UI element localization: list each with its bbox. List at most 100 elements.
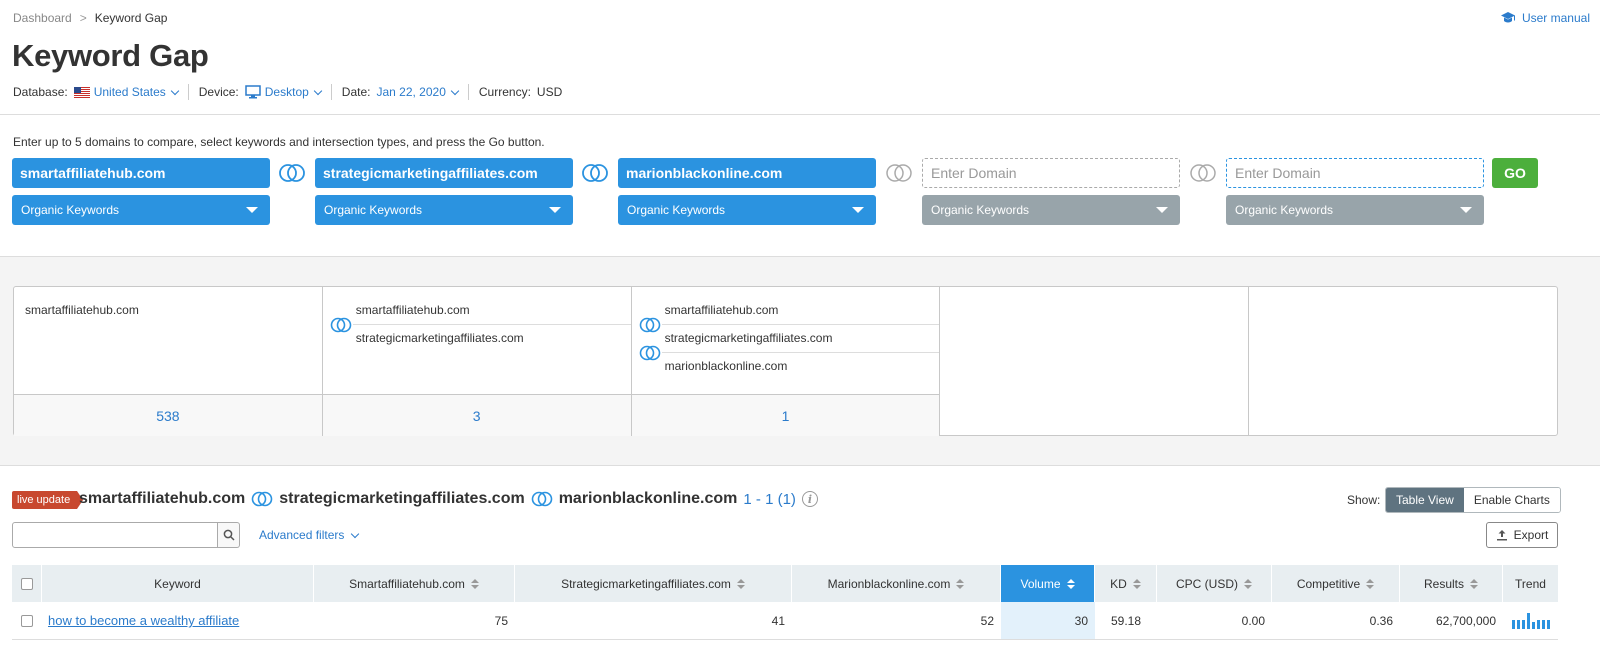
sort-icon <box>470 578 479 589</box>
col-header-kd[interactable]: KD <box>1095 565 1157 602</box>
col-header-keyword[interactable]: Keyword <box>42 565 314 602</box>
sort-icon <box>1244 578 1252 589</box>
intersection-icon <box>330 317 352 333</box>
col-header-label: KD <box>1110 576 1127 591</box>
summary-count[interactable]: 1 <box>631 394 940 436</box>
page-title: Keyword Gap <box>12 38 209 73</box>
competitive-cell: 0.36 <box>1369 613 1393 628</box>
summary-column-2[interactable]: smartaffiliatehub.com strategicmarketing… <box>322 287 632 436</box>
intersection-toggle-icon[interactable] <box>580 163 610 183</box>
select-all-checkbox[interactable] <box>20 577 33 590</box>
keyword-type-select-2[interactable]: Organic Keywords <box>315 195 573 225</box>
export-button[interactable]: Export <box>1486 522 1558 548</box>
export-label: Export <box>1513 528 1549 542</box>
col-header-volume[interactable]: Volume <box>1001 565 1095 602</box>
row-checkbox[interactable] <box>21 614 33 627</box>
summary-count[interactable]: 538 <box>14 394 322 436</box>
intersection-summary: smartaffiliatehub.com 538 smartaffiliate… <box>13 286 1558 436</box>
enable-charts-button[interactable]: Enable Charts <box>1463 488 1560 512</box>
results-domain-2: strategicmarketingaffiliates.com <box>279 490 525 507</box>
domain-input-5[interactable]: Enter Domain <box>1226 158 1484 188</box>
graduation-cap-icon <box>1500 12 1515 23</box>
trend-sparkline <box>1511 612 1550 629</box>
caret-down-icon <box>549 207 561 213</box>
intersection-toggle-icon[interactable] <box>277 163 307 183</box>
domain-3-position: 52 <box>980 613 994 628</box>
col-header-domain-1[interactable]: Smartaffiliatehub.com <box>314 565 515 602</box>
device-dropdown[interactable]: Desktop <box>245 85 323 99</box>
info-icon[interactable]: i <box>801 491 818 507</box>
kd-cell: 59.18 <box>1110 613 1142 628</box>
summary-count[interactable]: 3 <box>322 394 631 436</box>
user-manual-link[interactable]: User manual <box>1500 11 1590 25</box>
table-view-button[interactable]: Table View <box>1386 488 1464 512</box>
database-label: Database: <box>13 85 68 99</box>
results-domain-3: marionblackonline.com <box>558 490 738 507</box>
sort-icon <box>1366 578 1375 589</box>
keyword-type-select-4[interactable]: Organic Keywords <box>922 195 1180 225</box>
device-label: Device: <box>198 85 239 99</box>
col-header-competitive[interactable]: Competitive <box>1272 565 1400 602</box>
search-input[interactable] <box>12 522 218 548</box>
keyword-type-value: Organic Keywords <box>324 203 423 217</box>
keyword-cell: how to become a wealthy affiliate <box>42 602 314 639</box>
results-title: smartaffiliatehub.com strategicmarketing… <box>79 490 818 508</box>
domain-input-2[interactable]: strategicmarketingaffiliates.com <box>315 158 573 188</box>
trend-bar <box>1531 621 1535 629</box>
search-box <box>12 522 240 548</box>
col-header-domain-2[interactable]: Strategicmarketingaffiliates.com <box>515 565 792 602</box>
col-header-label: Keyword <box>154 576 201 591</box>
keyword-type-select-5[interactable]: Organic Keywords <box>1226 195 1484 225</box>
currency-setting: Currency: USD <box>479 84 572 100</box>
keyword-type-select-1[interactable]: Organic Keywords <box>12 195 270 225</box>
domain-2-position: 41 <box>771 613 785 628</box>
currency-label: Currency: <box>478 85 531 99</box>
summary-column-3[interactable]: smartaffiliatehub.com strategicmarketing… <box>631 287 941 436</box>
sort-icon <box>1132 578 1141 589</box>
domain-input-4[interactable]: Enter Domain <box>922 158 1180 188</box>
keyword-type-select-3[interactable]: Organic Keywords <box>618 195 876 225</box>
breadcrumb-dashboard-link[interactable]: Dashboard <box>13 11 72 25</box>
sort-icon <box>1470 578 1478 589</box>
user-manual-label: User manual <box>1521 11 1590 25</box>
sort-icon <box>736 578 745 589</box>
summary-column-1[interactable]: smartaffiliatehub.com 538 <box>14 287 323 436</box>
settings-bar: Database: United States Device: Desktop … <box>13 84 582 100</box>
device-setting: Device: Desktop <box>199 84 332 100</box>
us-flag-icon <box>73 86 90 98</box>
domain-input-3[interactable]: marionblackonline.com <box>618 158 876 188</box>
intersection-toggle-icon[interactable] <box>1188 163 1218 183</box>
col-header-results[interactable]: Results <box>1400 565 1503 602</box>
col-header-trend: Trend <box>1503 565 1558 602</box>
intersection-icon <box>639 317 660 333</box>
database-dropdown[interactable]: United States <box>73 85 179 99</box>
results-domain-1: smartaffiliatehub.com <box>79 490 246 507</box>
summary-column-5 <box>1249 287 1557 435</box>
domain-input-1[interactable]: smartaffiliatehub.com <box>12 158 270 188</box>
col-header-label: Trend <box>1515 576 1546 591</box>
summary-domain: smartaffiliatehub.com <box>664 303 779 317</box>
trend-bar <box>1526 612 1530 629</box>
keyword-type-value: Organic Keywords <box>931 203 1030 217</box>
keyword-link[interactable]: how to become a wealthy affiliate <box>48 613 239 628</box>
device-value: Desktop <box>264 85 309 99</box>
col-header-cpc[interactable]: CPC (USD) <box>1157 565 1272 602</box>
caret-down-icon <box>246 207 258 213</box>
go-button[interactable]: GO <box>1492 158 1538 188</box>
advanced-filters-toggle[interactable]: Advanced filters <box>259 528 360 542</box>
domain-1-position: 75 <box>494 613 508 628</box>
date-value: Jan 22, 2020 <box>376 85 446 99</box>
desktop-icon <box>245 85 261 99</box>
breadcrumb: Dashboard > Keyword Gap <box>13 11 167 25</box>
summary-column-4 <box>940 287 1250 435</box>
col-header-domain-3[interactable]: Marionblackonline.com <box>792 565 1001 602</box>
date-setting: Date: Jan 22, 2020 <box>342 84 469 100</box>
search-button[interactable] <box>218 522 240 548</box>
intersection-toggle-icon[interactable] <box>884 163 914 183</box>
date-dropdown[interactable]: Jan 22, 2020 <box>376 85 460 99</box>
summary-domain: smartaffiliatehub.com <box>25 303 139 317</box>
trend-cell <box>1503 602 1558 639</box>
summary-divider <box>352 324 631 325</box>
summary-domain: smartaffiliatehub.com <box>355 303 470 317</box>
breadcrumb-current: Keyword Gap <box>94 11 168 25</box>
